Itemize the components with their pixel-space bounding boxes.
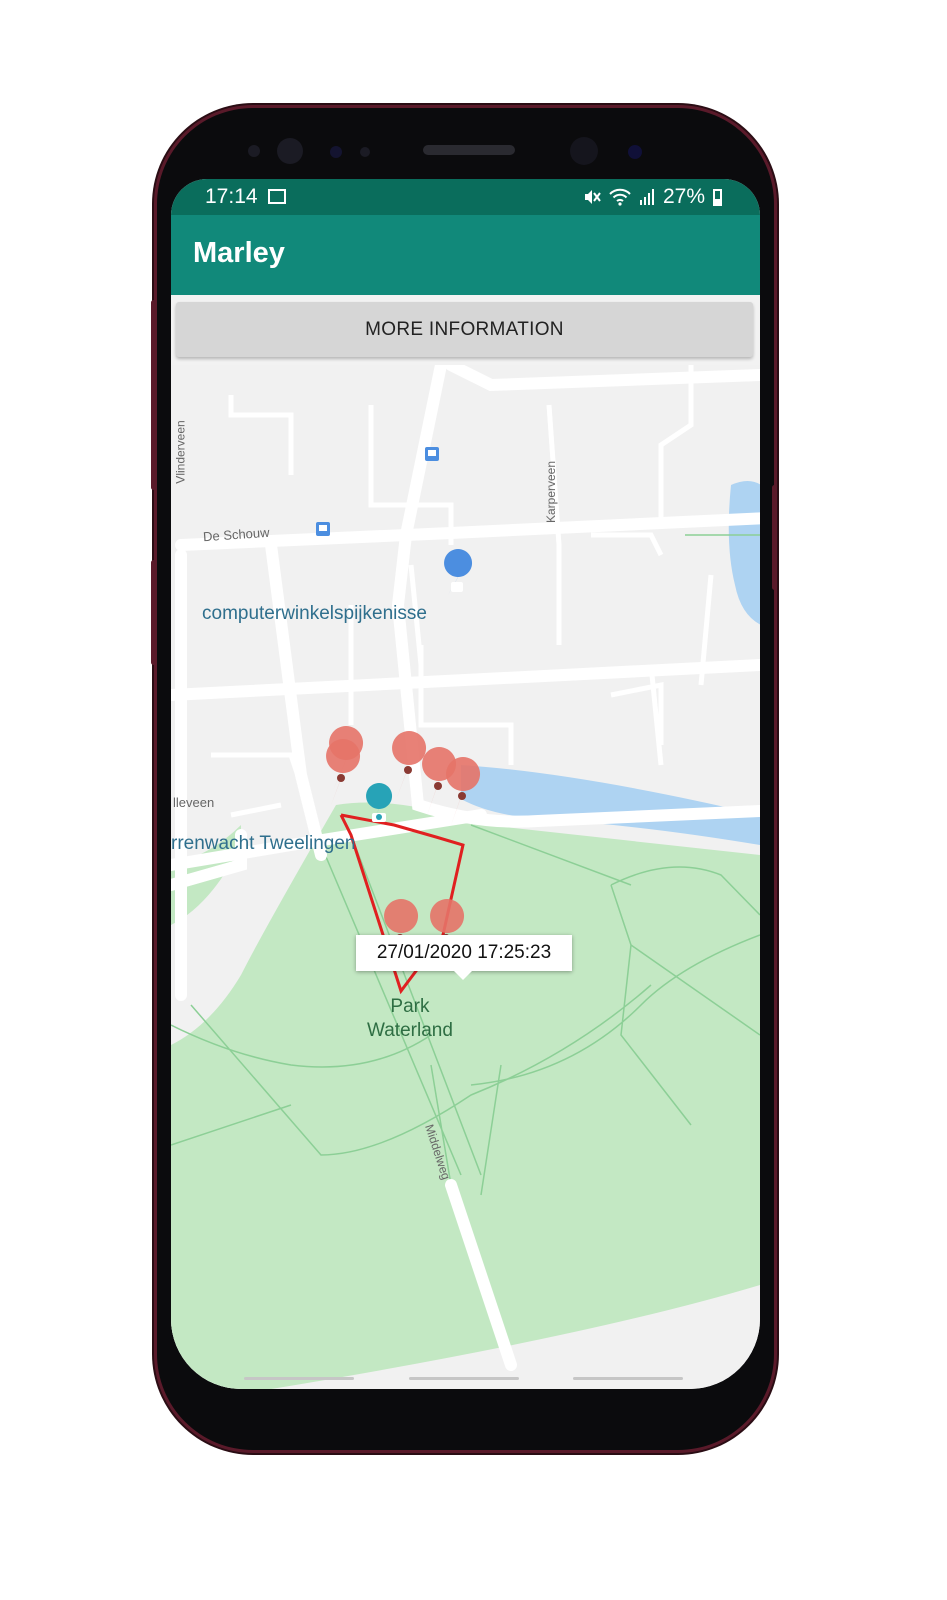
more-information-button[interactable]: MORE INFORMATION bbox=[176, 302, 753, 357]
front-camera bbox=[570, 137, 598, 165]
gallery-notification-icon bbox=[268, 189, 286, 204]
screen: 17:14 27% Marley MORE INFORMATION Vlinde… bbox=[171, 179, 760, 1389]
wifi-icon bbox=[609, 188, 631, 206]
street-label-vlinderveen: Vlinderveen bbox=[173, 420, 188, 484]
volume-button bbox=[151, 300, 156, 490]
status-time: 17:14 bbox=[205, 185, 258, 208]
iris-camera bbox=[277, 138, 303, 164]
park-label-line2: Waterland bbox=[367, 1020, 453, 1041]
system-nav-bar bbox=[171, 1369, 760, 1389]
marker-info-window[interactable]: 27/01/2020 17:25:23 bbox=[356, 935, 572, 980]
status-icons: 27% bbox=[583, 185, 722, 209]
nav-back[interactable] bbox=[244, 1377, 354, 1380]
poi-label-shop[interactable]: computerwinkelspijkenisse bbox=[202, 603, 427, 625]
bus-stop-icon[interactable] bbox=[425, 447, 439, 461]
nav-home[interactable] bbox=[409, 1377, 519, 1380]
park-label-line1: Park bbox=[390, 996, 430, 1017]
power-button bbox=[772, 485, 777, 590]
map-view[interactable]: Vlinderveen De Schouw Karperveen compute… bbox=[171, 365, 760, 1389]
bus-stop-icon[interactable] bbox=[316, 522, 330, 536]
battery-icon bbox=[713, 188, 722, 206]
mute-icon bbox=[584, 190, 601, 204]
signal-icon bbox=[639, 189, 654, 205]
street-label-lleveen: lleveen bbox=[173, 795, 215, 810]
park-label: Park Waterland bbox=[367, 995, 453, 1043]
proximity-sensor bbox=[330, 146, 342, 158]
iris-led bbox=[628, 145, 642, 159]
nav-recents[interactable] bbox=[573, 1377, 683, 1380]
light-sensor bbox=[360, 147, 370, 157]
street-label-karperveen: Karperveen bbox=[544, 460, 559, 524]
map-canvas bbox=[171, 365, 760, 1389]
app-title: Marley bbox=[193, 237, 285, 269]
poi-label-observatory[interactable]: rrenwacht Tweelingen bbox=[171, 833, 355, 855]
app-bar: Marley bbox=[171, 215, 760, 295]
bixby-button bbox=[151, 560, 156, 665]
status-bar: 17:14 27% bbox=[171, 179, 760, 215]
front-sensor bbox=[248, 145, 260, 157]
earpiece-speaker bbox=[423, 145, 515, 155]
battery-percent: 27% bbox=[662, 185, 705, 208]
